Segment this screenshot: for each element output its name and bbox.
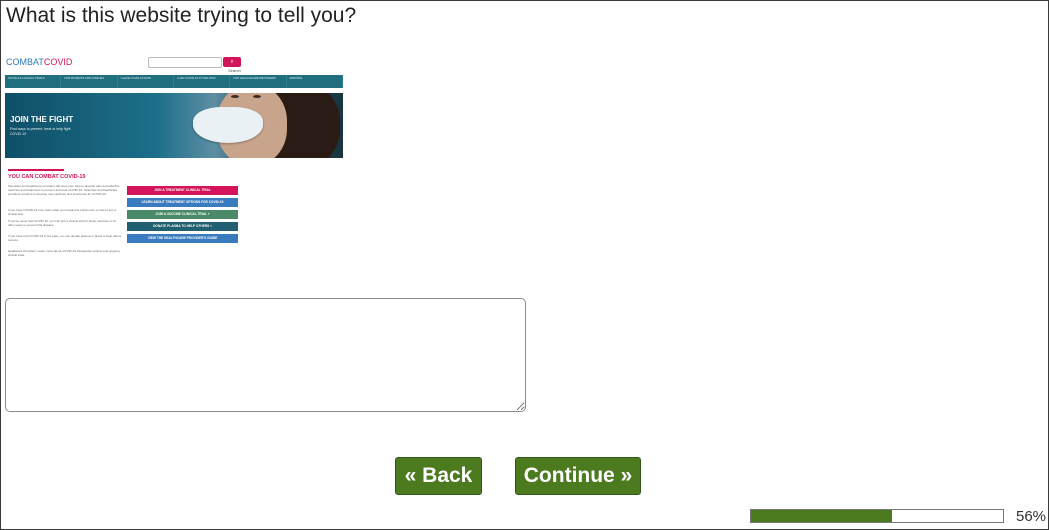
- site-search-label: Search: [228, 68, 241, 73]
- hero-title: JOIN THE FIGHT: [10, 115, 74, 124]
- back-button[interactable]: « Back: [395, 457, 482, 495]
- site-nav-item: FOR HEALTHCARE PROVIDERS: [230, 75, 287, 88]
- site-search-input: [148, 57, 222, 68]
- answer-textarea[interactable]: [5, 298, 526, 412]
- hero-photo-eye: [231, 95, 239, 98]
- site-nav-item: FOR PATIENTS AND FAMILIES: [61, 75, 118, 88]
- site-paragraph: Scientists and healthcare providers stil…: [8, 184, 120, 197]
- combatcovid-logo: COMBATCOVID: [6, 57, 72, 67]
- cta-provider-guide: VIEW THE HEALTHCARE PROVIDER'S GUIDE: [127, 234, 238, 243]
- site-search-icon: ⌕: [223, 57, 241, 67]
- site-nav-item: ESPAÑOL: [287, 75, 343, 88]
- hero-photo-eye: [253, 95, 261, 98]
- question-text: What is this website trying to tell you?: [6, 4, 357, 27]
- cta-treatment-options: LEARN ABOUT TREATMENT OPTIONS FOR COVID-…: [127, 198, 238, 207]
- progress-bar: [750, 509, 1004, 523]
- site-nav: COVID-19 CLINICAL TRIALS FOR PATIENTS AN…: [5, 75, 343, 88]
- site-nav-item: I HAVE COVID-19 NOW: [118, 75, 174, 88]
- hero-photo-mask: [193, 107, 263, 143]
- site-nav-item: I HAD COVID-19 IN THE PAST: [174, 75, 231, 88]
- continue-button[interactable]: Continue »: [515, 457, 641, 495]
- progress-percent: 56%: [1016, 508, 1047, 525]
- logo-part-combat: COMBAT: [6, 57, 44, 67]
- site-paragraph: If you have COVID-19 now, learn what you…: [8, 208, 117, 217]
- cta-donate-plasma: DONATE PLASMA TO HELP OTHERS »: [127, 222, 238, 231]
- site-paragraph: If you have had COVID-19 in the past, yo…: [8, 234, 122, 243]
- website-screenshot: COMBATCOVID ⌕ Search COVID-19 CLINICAL T…: [5, 53, 343, 263]
- site-paragraph: If you've never had COVID-19, you can jo…: [8, 219, 117, 228]
- section-accent-bar: [8, 169, 64, 171]
- cta-vaccine-trial: JOIN A VACCINE CLINICAL TRIAL »: [127, 210, 238, 219]
- section-title: YOU CAN COMBAT COVID-19: [8, 174, 86, 180]
- site-hero-banner: JOIN THE FIGHT Find ways to prevent, tre…: [5, 93, 343, 158]
- site-paragraph: Healthcare Providers: Learn more about C…: [8, 249, 120, 258]
- site-nav-item: COVID-19 CLINICAL TRIALS: [5, 75, 62, 88]
- progress-fill: [751, 510, 893, 522]
- hero-subtitle: Find ways to prevent, treat or help figh…: [10, 127, 71, 136]
- logo-part-covid: COVID: [43, 57, 73, 67]
- cta-join-treatment-trial: JOIN A TREATMENT CLINICAL TRIAL: [127, 186, 238, 195]
